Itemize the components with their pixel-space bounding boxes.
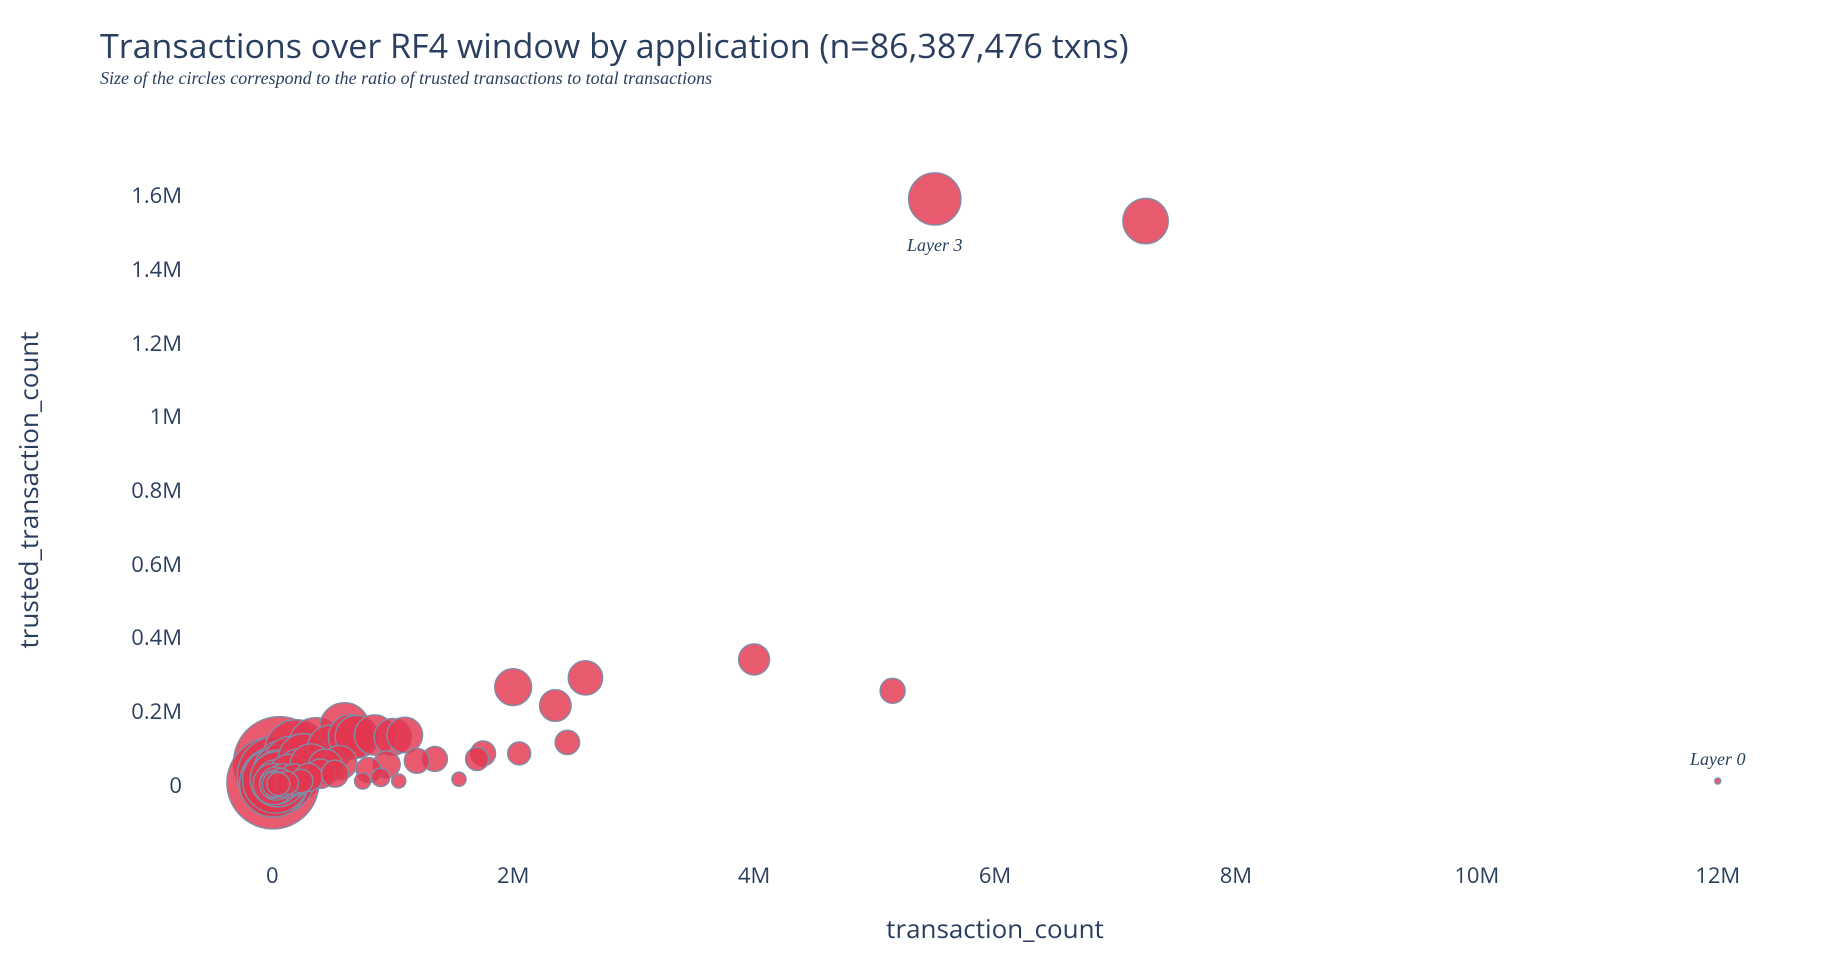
data-bubble[interactable] xyxy=(1715,778,1721,784)
x-tick-label: 4M xyxy=(714,860,794,890)
x-tick-label: 0 xyxy=(232,860,312,890)
data-bubble[interactable] xyxy=(387,717,423,753)
x-tick-label: 12M xyxy=(1678,860,1758,890)
x-tick-label: 6M xyxy=(955,860,1035,890)
chart-title: Transactions over RF4 window by applicat… xyxy=(100,22,1129,68)
y-tick-label: 0 xyxy=(62,770,182,800)
y-tick-label: 0.2M xyxy=(62,696,182,726)
data-bubble[interactable] xyxy=(495,669,532,706)
data-bubble[interactable] xyxy=(739,644,770,675)
data-bubble[interactable] xyxy=(909,173,961,225)
data-bubble[interactable] xyxy=(555,730,579,754)
y-axis-label: trusted_transaction_count xyxy=(10,140,50,840)
y-tick-label: 1.4M xyxy=(62,254,182,284)
data-bubble[interactable] xyxy=(1123,198,1168,243)
data-bubble[interactable] xyxy=(267,773,290,796)
chart-subtitle: Size of the circles correspond to the ra… xyxy=(100,68,712,89)
y-tick-label: 1.6M xyxy=(62,180,182,210)
plot-area[interactable] xyxy=(200,140,1790,840)
data-bubble[interactable] xyxy=(392,774,406,788)
chart-container: Transactions over RF4 window by applicat… xyxy=(0,0,1842,978)
data-bubble[interactable] xyxy=(466,747,489,770)
data-bubble[interactable] xyxy=(321,760,348,787)
y-tick-label: 1M xyxy=(62,401,182,431)
y-tick-label: 0.4M xyxy=(62,622,182,652)
data-bubble[interactable] xyxy=(540,690,572,722)
annotation-label: Layer 3 xyxy=(907,235,963,256)
x-tick-label: 8M xyxy=(1196,860,1276,890)
y-tick-label: 1.2M xyxy=(62,328,182,358)
y-tick-label: 0.6M xyxy=(62,549,182,579)
data-bubble[interactable] xyxy=(371,768,389,786)
x-axis-label: transaction_count xyxy=(200,910,1790,946)
annotation-label: Layer 0 xyxy=(1690,749,1746,770)
data-bubble[interactable] xyxy=(404,748,429,773)
x-tick-label: 10M xyxy=(1437,860,1517,890)
data-bubble[interactable] xyxy=(568,661,602,695)
y-tick-label: 0.8M xyxy=(62,475,182,505)
data-bubble[interactable] xyxy=(508,742,531,765)
data-bubble[interactable] xyxy=(452,772,466,786)
data-bubble[interactable] xyxy=(355,773,371,789)
x-tick-label: 2M xyxy=(473,860,553,890)
data-bubble[interactable] xyxy=(880,678,905,703)
